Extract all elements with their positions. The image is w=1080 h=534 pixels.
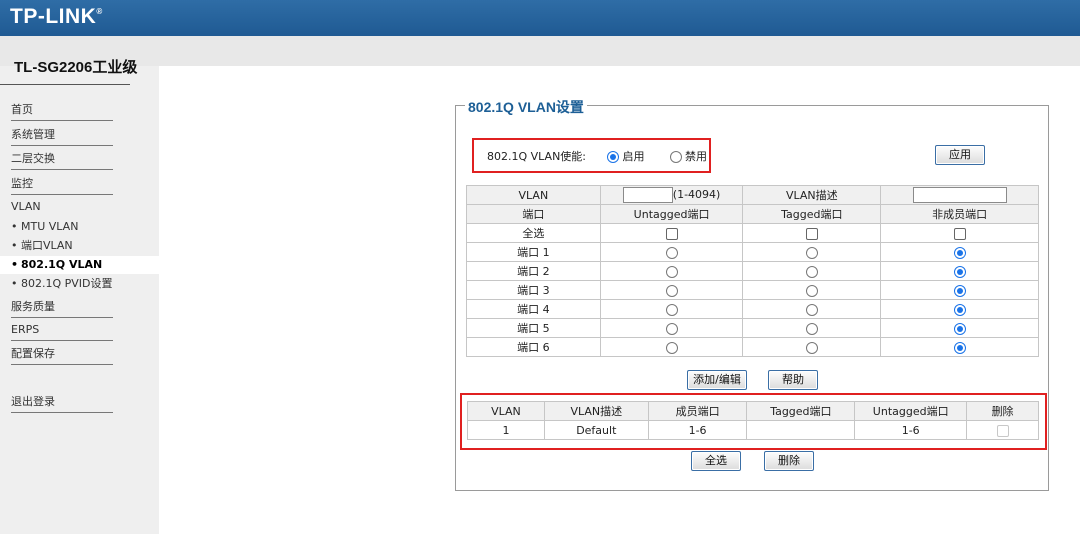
column-header: VLAN: [467, 401, 545, 421]
table-row: 端口 6: [466, 337, 1039, 357]
sidebar-item-mtu-vlan[interactable]: • MTU VLAN: [11, 220, 78, 234]
bullet-icon: •: [11, 239, 18, 252]
vlan-id-range: (1-4094): [672, 188, 721, 201]
sidebar-item-l2-switching[interactable]: 二层交换: [11, 152, 113, 170]
port-tagged-radio[interactable]: [805, 303, 818, 316]
vlan-id-cell: (1-4094): [599, 185, 744, 205]
port-untagged-radio[interactable]: [665, 265, 678, 278]
column-header: 删除: [966, 401, 1039, 421]
port-tagged-radio[interactable]: [805, 246, 818, 259]
port-label: 端口 2: [466, 261, 601, 281]
vlan-desc-cell: [880, 185, 1039, 205]
select-all-button[interactable]: 全选: [691, 451, 741, 471]
table-row: 全选: [466, 223, 1039, 243]
enable-on-radio[interactable]: [607, 151, 620, 163]
table-row: VLAN (1-4094) VLAN描述: [466, 185, 1039, 205]
column-header: 非成员端口: [880, 204, 1039, 224]
port-label: 端口 1: [466, 242, 601, 262]
enable-row: 802.1Q VLAN使能: 启用 禁用: [487, 148, 707, 164]
port-nonmember-radio[interactable]: [953, 322, 966, 335]
port-nonmember-radio[interactable]: [953, 303, 966, 316]
sub-banner: [0, 36, 1080, 66]
port-tagged-radio[interactable]: [805, 322, 818, 335]
sidebar-item-system[interactable]: 系统管理: [11, 128, 113, 146]
port-untagged-radio[interactable]: [665, 322, 678, 335]
port-tagged-radio[interactable]: [805, 341, 818, 354]
sidebar-item-qos[interactable]: 服务质量: [11, 300, 113, 318]
table-row: 端口 Untagged端口 Tagged端口 非成员端口: [466, 204, 1039, 224]
sidebar-item-8021q-vlan[interactable]: • 802.1Q VLAN: [11, 258, 102, 272]
sidebar-item-erps[interactable]: ERPS: [11, 323, 114, 341]
sidebar-item-port-vlan[interactable]: • 端口VLAN: [11, 239, 73, 253]
delete-row-checkbox[interactable]: [996, 424, 1009, 437]
vlan-desc-input[interactable]: [912, 187, 1007, 203]
tagged-ports-value: [746, 420, 856, 440]
port-label: 端口 6: [466, 337, 601, 357]
bullet-icon: •: [11, 258, 19, 271]
port-nonmember-radio[interactable]: [953, 246, 966, 259]
vlan-id-value: 1: [467, 420, 545, 440]
enable-off-radio[interactable]: [669, 151, 682, 163]
bullet-icon: •: [11, 220, 18, 233]
enable-label: 802.1Q VLAN使能:: [487, 150, 587, 163]
table-row: 端口 4: [466, 299, 1039, 319]
vlan-id-input[interactable]: [622, 187, 673, 203]
sidebar-item-logout[interactable]: 退出登录: [11, 395, 113, 413]
top-banner: TP-LINK®: [0, 0, 1080, 36]
vlan-desc-value: Default: [543, 420, 649, 440]
port-untagged-radio[interactable]: [665, 246, 678, 259]
sidebar-item-monitor[interactable]: 监控: [11, 177, 113, 195]
bullet-icon: •: [11, 277, 18, 290]
port-config-table: VLAN (1-4094) VLAN描述 端口 Untagged端口 Tagge…: [466, 185, 1039, 357]
apply-button[interactable]: 应用: [935, 145, 985, 165]
port-label: 端口 5: [466, 318, 601, 338]
column-header: Tagged端口: [742, 204, 882, 224]
column-header: VLAN描述: [543, 401, 649, 421]
port-label: 端口 3: [466, 280, 601, 300]
panel-title: 802.1Q VLAN设置: [465, 97, 587, 117]
sidebar-item-pvid[interactable]: • 802.1Q PVID设置: [11, 277, 113, 291]
vlan-list-table: VLAN VLAN描述 成员端口 Tagged端口 Untagged端口 删除 …: [467, 401, 1039, 440]
table-row: 端口 3: [466, 280, 1039, 300]
select-all-nonmember-checkbox[interactable]: [953, 227, 966, 240]
member-ports-value: 1-6: [647, 420, 748, 440]
port-label: 端口 4: [466, 299, 601, 319]
enable-off-label: 禁用: [685, 150, 708, 163]
port-untagged-radio[interactable]: [665, 341, 678, 354]
sidebar-item-home[interactable]: 首页: [11, 103, 113, 121]
vlan-id-label: VLAN: [466, 185, 601, 205]
port-nonmember-radio[interactable]: [953, 284, 966, 297]
select-all-label: 全选: [466, 223, 601, 243]
table-row: VLAN VLAN描述 成员端口 Tagged端口 Untagged端口 删除: [467, 401, 1039, 421]
sidebar-item-vlan[interactable]: VLAN: [11, 200, 41, 214]
port-nonmember-radio[interactable]: [953, 341, 966, 354]
sidebar-item-save-config[interactable]: 配置保存: [11, 347, 113, 365]
table-row: 端口 1: [466, 242, 1039, 262]
device-model: TL-SG2206工业级: [14, 59, 138, 76]
select-all-tagged-checkbox[interactable]: [805, 227, 818, 240]
help-button[interactable]: 帮助: [768, 370, 818, 390]
untagged-ports-value: 1-6: [854, 420, 968, 440]
select-all-untagged-checkbox[interactable]: [665, 227, 678, 240]
port-nonmember-radio[interactable]: [953, 265, 966, 278]
port-untagged-radio[interactable]: [665, 303, 678, 316]
port-tagged-radio[interactable]: [805, 265, 818, 278]
enable-on-label: 启用: [622, 150, 645, 163]
port-untagged-radio[interactable]: [665, 284, 678, 297]
table-row: 端口 2: [466, 261, 1039, 281]
port-tagged-radio[interactable]: [805, 284, 818, 297]
column-header: 成员端口: [647, 401, 748, 421]
vlan-desc-label: VLAN描述: [742, 185, 882, 205]
column-header: Tagged端口: [746, 401, 856, 421]
tp-link-logo: TP-LINK®: [10, 5, 103, 28]
delete-button[interactable]: 删除: [764, 451, 814, 471]
column-header: Untagged端口: [599, 204, 744, 224]
column-header: Untagged端口: [854, 401, 968, 421]
table-row: 端口 5: [466, 318, 1039, 338]
table-row[interactable]: 1 Default 1-6 1-6: [467, 420, 1039, 440]
model-divider: [0, 84, 130, 85]
column-header: 端口: [466, 204, 601, 224]
add-edit-button[interactable]: 添加/编辑: [687, 370, 747, 390]
